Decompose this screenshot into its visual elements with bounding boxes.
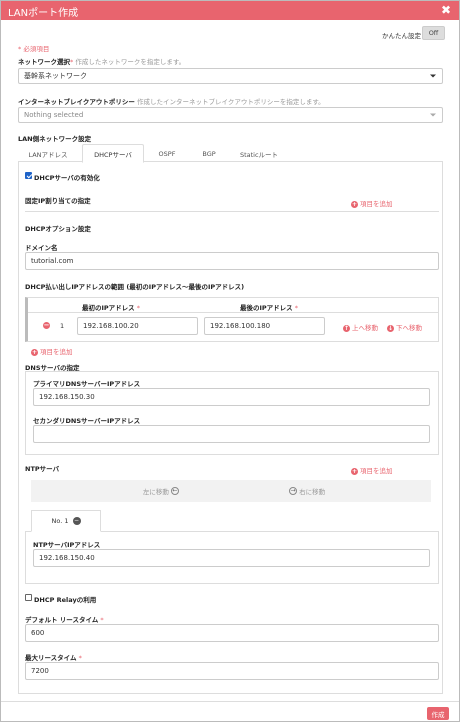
easy-setting-label: かんたん設定 [382, 32, 421, 40]
breakout-policy-hint: 作成したインターネットブレイクアウトポリシーを指定します。 [136, 98, 325, 106]
tab-dhcp-server[interactable]: DHCPサーバ [82, 144, 144, 163]
footer-divider [1, 701, 459, 702]
breakout-policy-placeholder: Nothing selected [24, 111, 84, 119]
network-select[interactable]: 基幹系ネットワーク [18, 68, 443, 84]
tab-content-panel [18, 162, 443, 694]
breakout-policy-heading: インターネットブレイクアウトポリシー 作成したインターネットブレイクアウトポリシ… [18, 96, 325, 106]
required-mark: * [70, 58, 74, 66]
lan-settings-label: LAN側ネットワーク設定 [18, 135, 92, 143]
breakout-policy-select[interactable]: Nothing selected [18, 107, 443, 123]
chevron-down-icon [430, 74, 436, 78]
easy-setting-toggle[interactable]: Off [422, 26, 445, 40]
breakout-policy-label: インターネットブレイクアウトポリシー [18, 98, 135, 106]
create-button[interactable]: 作成 [427, 707, 449, 720]
network-select-value: 基幹系ネットワーク [24, 72, 87, 80]
tab-bgp[interactable]: BGP [190, 144, 228, 163]
network-select-label: ネットワーク選択 [18, 58, 70, 66]
modal-dialog: LANポート作成 ✖ かんたん設定 Off * 必須項目 ネットワーク選択* 作… [0, 0, 460, 722]
tab-ospf[interactable]: OSPF [148, 144, 186, 163]
tab-static-route[interactable]: Staticルート [232, 144, 286, 163]
tab-lan-address[interactable]: LANアドレス [18, 144, 78, 163]
title-bar: LANポート作成 ✖ [1, 1, 459, 20]
network-select-hint: 作成したネットワークを指定します。 [75, 58, 186, 66]
close-icon[interactable]: ✖ [441, 3, 451, 17]
chevron-down-icon [430, 113, 436, 117]
dialog-title: LANポート作成 [8, 8, 79, 19]
lan-tabs: LANアドレス DHCPサーバ OSPF BGP Staticルート [18, 144, 443, 163]
required-note: * 必須項目 [18, 45, 50, 53]
network-select-heading: ネットワーク選択* 作成したネットワークを指定します。 [18, 56, 185, 66]
